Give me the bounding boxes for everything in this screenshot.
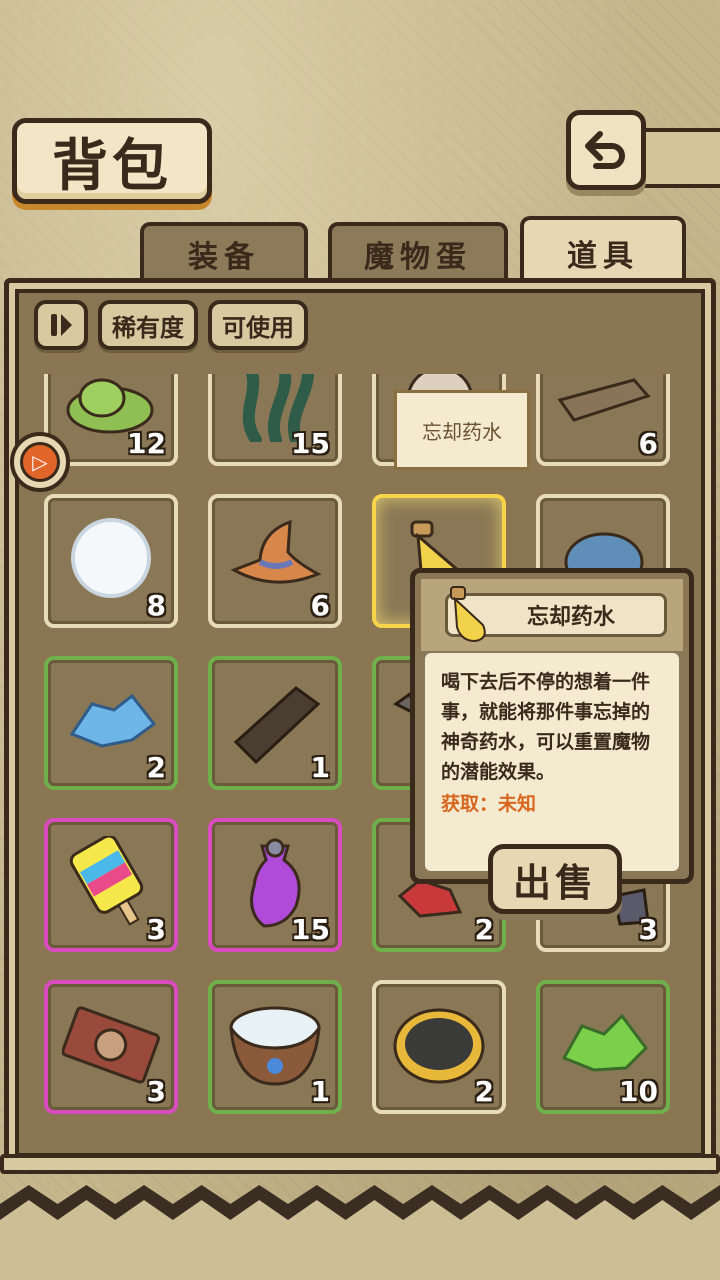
forget-potion-icon	[450, 586, 486, 643]
tooltip-description: 喝下去后不停的想着一件事，就能将那件事忘掉的神奇药水，可以重置魔物的潜能效果。	[441, 671, 651, 783]
page-title-plate: 背包	[12, 118, 212, 204]
item-slot[interactable]: 15	[208, 374, 342, 466]
item-count: 12	[127, 427, 166, 460]
item-slot[interactable]: 3	[44, 818, 178, 952]
page-title: 背包	[52, 133, 172, 199]
hover-label-text: 忘却药水	[422, 419, 502, 444]
item-count: 1	[310, 1075, 330, 1108]
sell-button[interactable]: 出售	[488, 844, 622, 914]
tooltip-body: 喝下去后不停的想着一件事，就能将那件事忘掉的神奇药水，可以重置魔物的潜能效果。 …	[425, 653, 679, 871]
item-count: 3	[638, 913, 658, 946]
item-slot[interactable]: 3	[44, 980, 178, 1114]
sort-toggle-button[interactable]	[34, 300, 88, 350]
tooltip-item-name: 忘却药水	[526, 605, 615, 630]
item-slot[interactable]: 6	[536, 374, 670, 466]
item-count: 2	[474, 913, 494, 946]
item-count: 2	[474, 1075, 494, 1108]
tab-equipment-label: 装备	[188, 240, 260, 275]
tab-monster-eggs[interactable]: 魔物蛋	[328, 222, 508, 282]
sort-toggle-icon	[51, 314, 72, 336]
item-count: 3	[146, 913, 166, 946]
usable-filter-button[interactable]: 可使用	[208, 300, 308, 350]
item-slot[interactable]: 2	[372, 980, 506, 1114]
back-button-rail	[640, 128, 720, 188]
item-count: 6	[310, 589, 330, 622]
snowball-icon	[71, 518, 151, 598]
ticket-icon	[62, 1006, 160, 1084]
item-slot[interactable]: 6	[208, 494, 342, 628]
item-slot[interactable]: 1	[208, 656, 342, 790]
popsicle-icon	[69, 836, 144, 926]
item-slot[interactable]: 10	[536, 980, 670, 1114]
item-count: 6	[638, 427, 658, 460]
tab-items[interactable]: 道具	[520, 216, 686, 286]
dark-wood-icon	[233, 686, 321, 765]
item-count: 15	[291, 427, 330, 460]
bowl-icon	[229, 1006, 321, 1086]
item-slot[interactable]: 1	[208, 980, 342, 1114]
item-count: 2	[146, 751, 166, 784]
side-expand-button[interactable]: ▷	[10, 432, 70, 492]
item-slot[interactable]: 2	[44, 656, 178, 790]
back-arrow-icon	[585, 131, 625, 169]
wood-plank-icon	[557, 378, 651, 422]
panel-bottom-rail	[0, 1154, 720, 1174]
tooltip-obtain: 获取：未知	[441, 793, 537, 815]
expand-arrow-icon: ▷	[20, 442, 60, 482]
item-count: 1	[310, 751, 330, 784]
filter-bar: 稀有度 可使用	[34, 300, 308, 350]
item-tooltip: 忘却药水 喝下去后不停的想着一件事，就能将那件事忘掉的神奇药水，可以重置魔物的潜…	[410, 568, 694, 884]
category-tabs: 装备 魔物蛋 道具	[14, 216, 706, 286]
item-count: 10	[619, 1075, 658, 1108]
item-hover-label: 忘却药水	[394, 390, 530, 470]
tab-monster-eggs-label: 魔物蛋	[364, 240, 472, 275]
back-button[interactable]	[566, 110, 646, 190]
item-count: 8	[146, 589, 166, 622]
ice-crystal-icon	[69, 693, 157, 748]
item-slot[interactable]: 15	[208, 818, 342, 952]
tab-items-label: 道具	[567, 239, 639, 274]
usable-filter-label: 可使用	[222, 313, 294, 342]
pie-icon	[393, 1008, 485, 1084]
item-count: 3	[146, 1075, 166, 1108]
rarity-sort-label: 稀有度	[112, 313, 184, 342]
tab-equipment[interactable]: 装备	[140, 222, 308, 282]
item-slot[interactable]: 8	[44, 494, 178, 628]
item-count: 15	[291, 913, 330, 946]
sell-button-label: 出售	[512, 860, 597, 905]
rarity-sort-button[interactable]: 稀有度	[98, 300, 198, 350]
witch-hat-icon	[230, 519, 322, 584]
